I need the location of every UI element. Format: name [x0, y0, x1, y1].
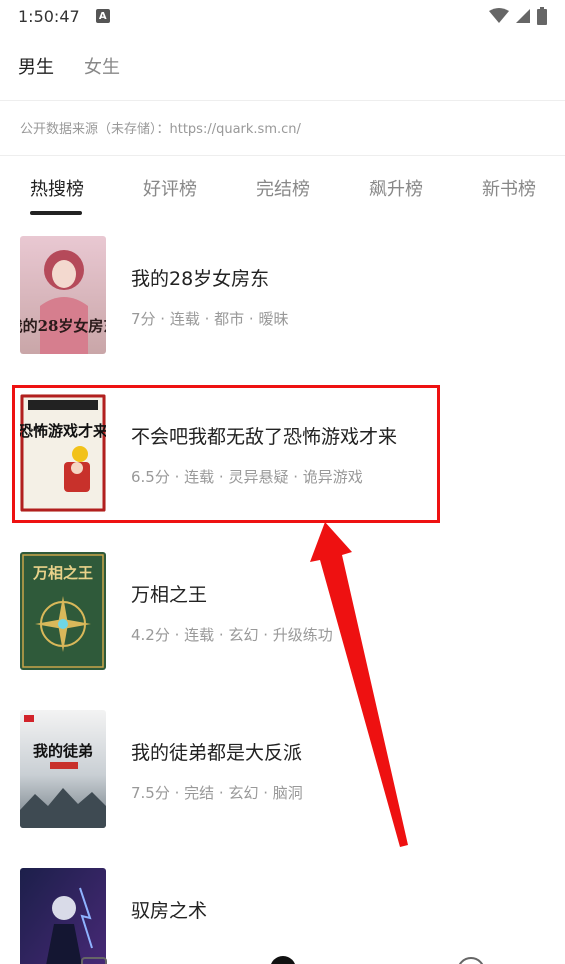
divider [0, 100, 565, 101]
book-meta: 7.5分 · 完结 · 玄幻 · 脑洞 [131, 784, 303, 802]
bookshelf-icon [81, 957, 107, 964]
bottom-nav [0, 945, 565, 964]
tab-new-books[interactable]: 新书榜 [482, 175, 536, 201]
signal-icon [516, 9, 530, 23]
cover-title: 万相之王 [32, 564, 93, 582]
book-title[interactable]: 万相之王 [131, 580, 207, 607]
profile-icon [458, 957, 484, 964]
status-icons [489, 7, 547, 25]
active-tab-indicator [30, 211, 82, 215]
book-cover[interactable]: 万相之王 [20, 552, 106, 670]
book-cover[interactable]: 我的28岁女房东 [20, 236, 106, 354]
book-cover[interactable]: 我的徒弟 [20, 710, 106, 828]
tab-completed[interactable]: 完结榜 [256, 175, 310, 201]
tab-female[interactable]: 女生 [84, 53, 120, 79]
battery-icon [537, 7, 547, 25]
gender-tabs: 男生 女生 [0, 44, 120, 88]
tab-male[interactable]: 男生 [18, 53, 54, 79]
book-title[interactable]: 驭房之术 [131, 896, 207, 923]
book-title[interactable]: 我的徒弟都是大反派 [131, 738, 302, 765]
wifi-icon [489, 8, 509, 23]
book-item[interactable]: 我的28岁女房东 我的28岁女房东 7分 · 连载 · 都市 · 暧昧 [0, 220, 565, 378]
tab-rising[interactable]: 飙升榜 [369, 175, 423, 201]
book-meta: 7分 · 连载 · 都市 · 暧昧 [131, 310, 289, 328]
book-item[interactable]: 万相之王 万相之王 4.2分 · 连载 · 玄幻 · 升级练功 [0, 536, 565, 694]
status-bar: 1:50:47 A [0, 0, 565, 32]
data-source-note: 公开数据来源（未存储）：https://quark.sm.cn/ [20, 122, 301, 137]
highlight-box [12, 385, 440, 523]
tab-hot-search[interactable]: 热搜榜 [30, 175, 84, 201]
book-title[interactable]: 我的28岁女房东 [131, 264, 269, 291]
accessibility-icon: A [95, 9, 110, 23]
tab-top-rated[interactable]: 好评榜 [143, 175, 197, 201]
cover-title: 我的28岁女房东 [20, 317, 106, 335]
book-meta: 4.2分 · 连载 · 玄幻 · 升级练功 [131, 626, 333, 644]
cover-title: 我的徒弟 [33, 742, 93, 760]
ranking-tabs: 热搜榜 好评榜 完结榜 飙升榜 新书榜 [0, 163, 565, 213]
discover-icon [271, 956, 295, 964]
status-time: 1:50:47 [18, 6, 80, 26]
divider [0, 155, 565, 156]
book-item[interactable]: 我的徒弟 我的徒弟都是大反派 7.5分 · 完结 · 玄幻 · 脑洞 [0, 694, 565, 852]
